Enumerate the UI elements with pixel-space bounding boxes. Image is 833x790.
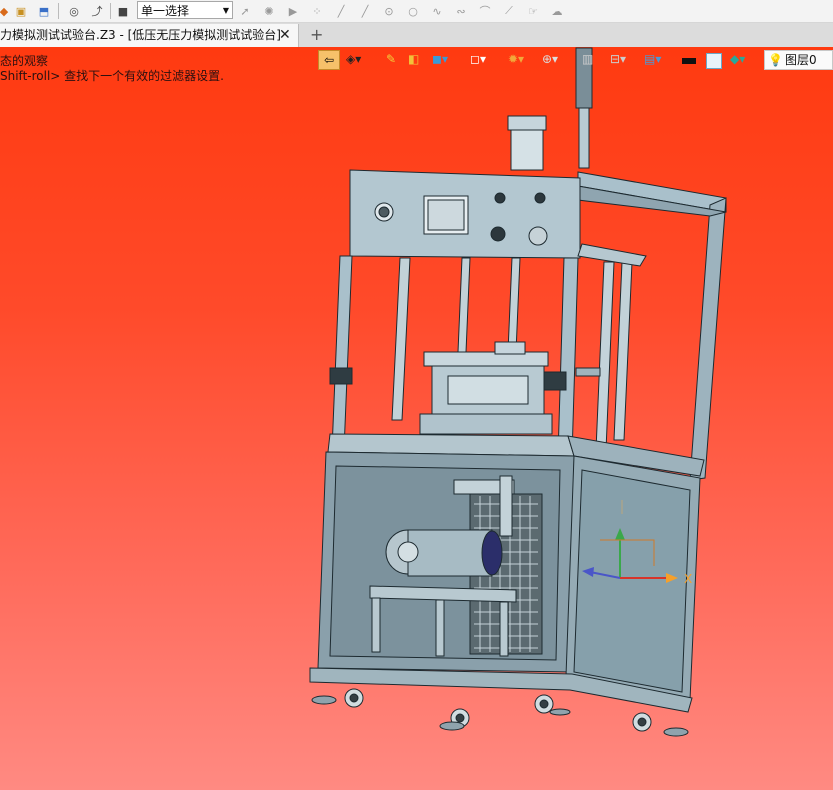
select-mode-value: 单一选择 bbox=[141, 4, 190, 18]
tab-document[interactable]: 力模拟测试试验台.Z3 - [低压无压力模拟测试试验台] ✕ bbox=[0, 24, 299, 47]
play-icon[interactable]: ▶ bbox=[285, 3, 301, 19]
layer-label: 图层0 bbox=[785, 53, 817, 67]
section-icon[interactable]: ▥ bbox=[582, 50, 593, 68]
status-hint-2: Shift-roll> 查找下一个有效的过滤器设置. bbox=[0, 69, 224, 83]
export-icon[interactable]: ⬒ bbox=[36, 3, 52, 19]
curve-icon[interactable]: ∿ bbox=[429, 3, 445, 19]
render-icon[interactable]: ✹▾ bbox=[508, 50, 524, 68]
layer-selector[interactable]: 💡 图层0 bbox=[764, 50, 833, 70]
tab-document-label: 力模拟测试试验台.Z3 - [低压无压力模拟测试试验台] bbox=[0, 28, 281, 42]
pencil-icon[interactable]: ✎ bbox=[386, 50, 396, 68]
shaded-box-icon[interactable]: ◧ bbox=[408, 50, 419, 68]
cursor-filter-icon[interactable]: ✺ bbox=[261, 3, 277, 19]
3d-viewport[interactable]: X 态的观察 Shift-roll> 查找下一个有效的过滤器设置. bbox=[0, 47, 833, 790]
pointer-icon[interactable]: ➚ bbox=[237, 3, 253, 19]
close-icon[interactable]: ✕ bbox=[279, 24, 293, 47]
orbit-icon[interactable]: ◎ bbox=[66, 3, 82, 19]
back-icon[interactable]: ⇦ bbox=[318, 50, 340, 70]
spline-icon[interactable]: ∾ bbox=[453, 3, 469, 19]
stop-icon[interactable]: ■ bbox=[115, 3, 131, 19]
wire-cube-icon[interactable]: ◻▾ bbox=[470, 50, 486, 68]
cube-icon[interactable]: ◼▾ bbox=[432, 50, 448, 68]
point-icon[interactable]: ⁘ bbox=[309, 3, 325, 19]
bulb-icon[interactable]: 💡 bbox=[768, 51, 783, 69]
svg-text:X: X bbox=[684, 572, 692, 586]
line-color-icon[interactable] bbox=[682, 58, 696, 64]
circle2-icon[interactable]: ○ bbox=[405, 3, 421, 19]
app-icon[interactable]: ◆ bbox=[0, 3, 12, 19]
view-orientation-icon[interactable]: ◈▾ bbox=[346, 50, 361, 68]
circle-icon[interactable]: ⊙ bbox=[381, 3, 397, 19]
add-tab-button[interactable]: + bbox=[310, 24, 326, 46]
cloud-icon[interactable]: ☁ bbox=[549, 3, 565, 19]
machine-model[interactable]: X bbox=[0, 47, 833, 790]
walk-icon[interactable]: ⤴ bbox=[89, 3, 105, 19]
display-icon[interactable]: ▤▾ bbox=[644, 50, 661, 68]
zoom-icon[interactable]: ⊕▾ bbox=[542, 50, 558, 68]
select-mode-dropdown[interactable]: 单一选择 ▼ bbox=[137, 1, 233, 19]
sketch-line-icon[interactable]: ⟋ bbox=[501, 3, 517, 19]
measure-icon[interactable]: ⊟▾ bbox=[610, 50, 626, 68]
document-tab-bar: 力模拟测试试验台.Z3 - [低压无压力模拟测试试验台] ✕ + bbox=[0, 23, 833, 47]
arc-icon[interactable]: ⌒ bbox=[477, 3, 493, 19]
main-toolbar: ◆ ▣ ⬒ ◎ ⤴ ■ 单一选择 ▼ ➚ ✺ ▶ ⁘ ╱ ╱ ⊙ ○ ∿ ∾ ⌒… bbox=[0, 0, 833, 23]
line2-icon[interactable]: ╱ bbox=[357, 3, 373, 19]
view-toolbar: ⇦ ◈▾ ✎ ◧ ◼▾ ◻▾ ✹▾ ⊕▾ ▥ ⊟▾ ▤▾ ◆▾ bbox=[316, 48, 833, 72]
hand-icon[interactable]: ☞ bbox=[525, 3, 541, 19]
layer-stack-icon[interactable]: ◆▾ bbox=[730, 50, 745, 68]
chevron-down-icon: ▼ bbox=[222, 6, 229, 15]
open-icon[interactable]: ▣ bbox=[13, 3, 29, 19]
fill-color-icon[interactable] bbox=[706, 53, 722, 69]
line-icon[interactable]: ╱ bbox=[333, 3, 349, 19]
